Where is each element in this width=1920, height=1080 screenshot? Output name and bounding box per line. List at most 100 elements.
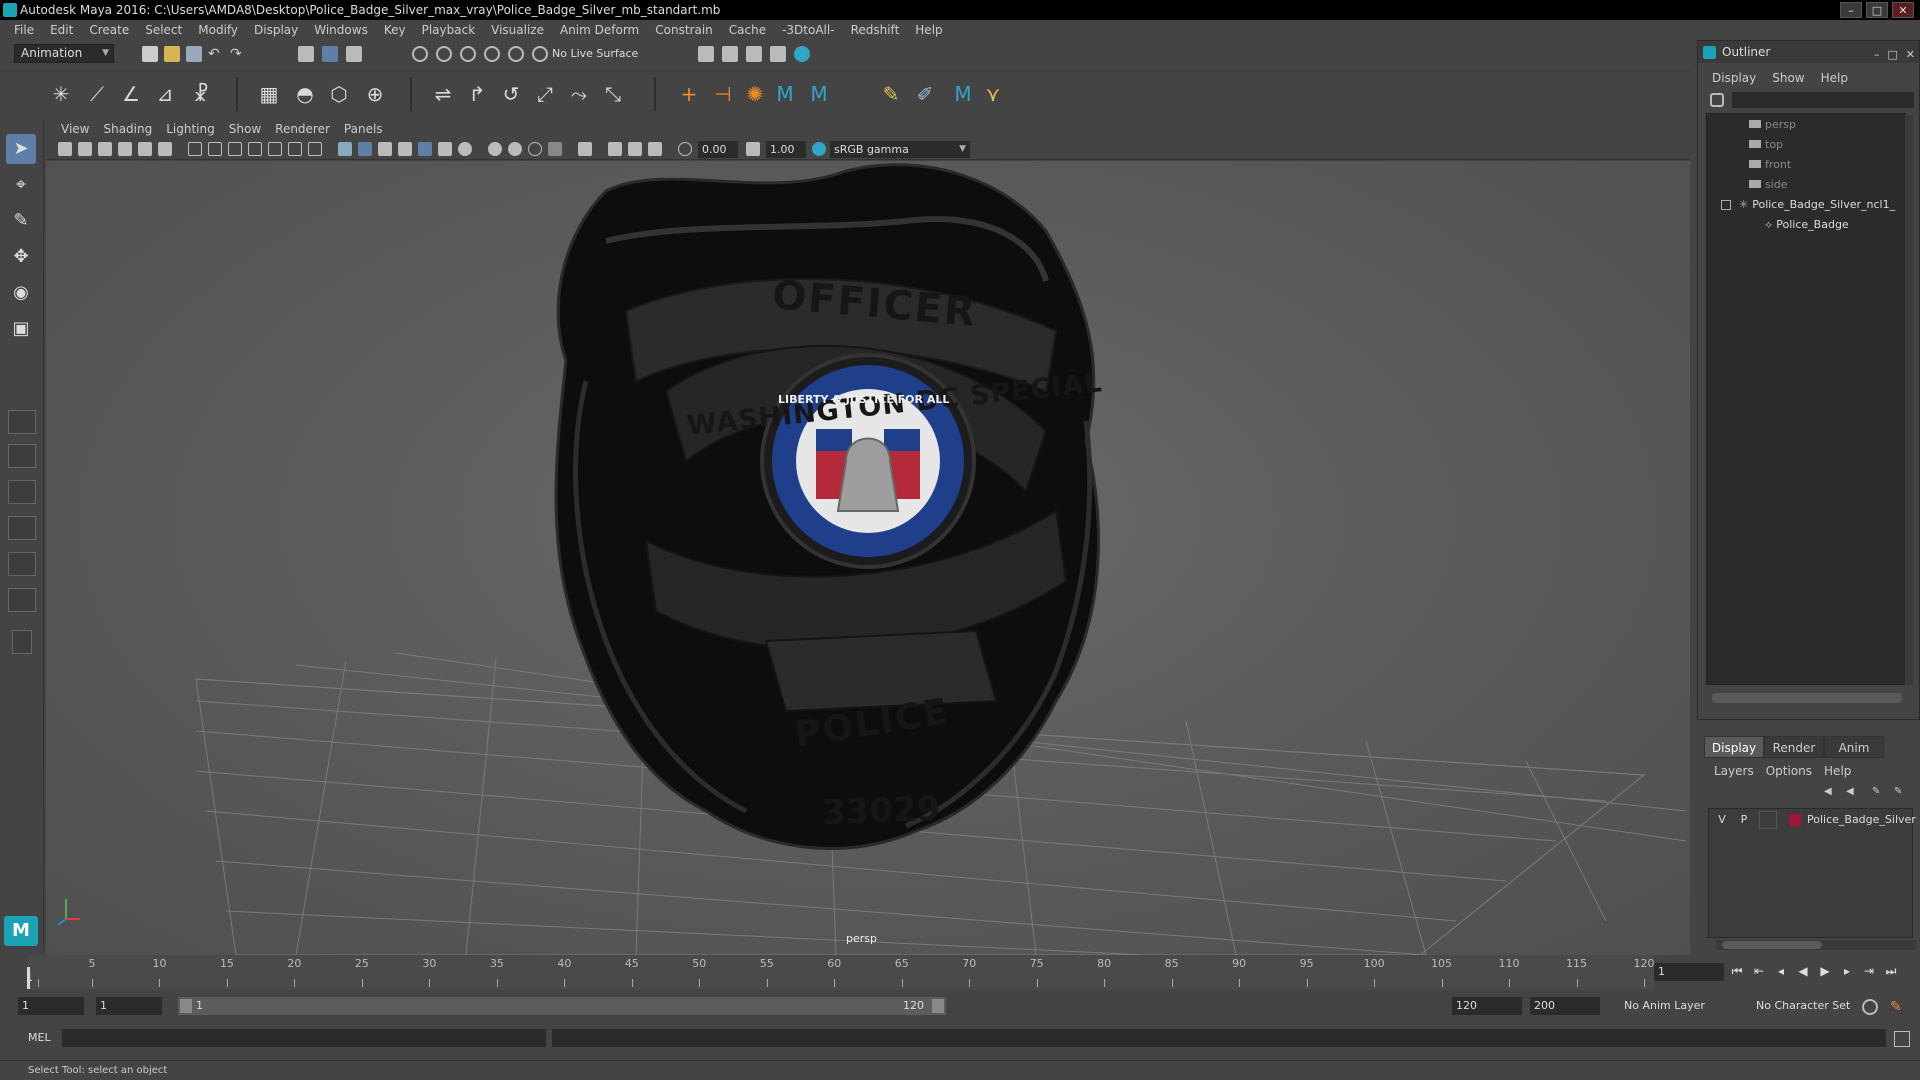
ipr-render-icon[interactable]: [746, 46, 762, 62]
collapse-icon[interactable]: [1721, 200, 1731, 210]
command-input[interactable]: [62, 1029, 546, 1047]
panel-menu-view[interactable]: View: [54, 120, 96, 138]
step-back-frame-icon[interactable]: ◂: [1772, 962, 1790, 980]
render-settings-icon[interactable]: [698, 46, 714, 62]
panel-menu-show[interactable]: Show: [222, 120, 268, 138]
select-object-icon[interactable]: [322, 46, 338, 62]
layer-playback-toggle[interactable]: P: [1735, 811, 1753, 829]
color-space-dropdown[interactable]: sRGB gamma ▼: [830, 141, 970, 158]
menu-file[interactable]: File: [6, 20, 42, 40]
paint-icon[interactable]: ✎: [878, 81, 904, 107]
maya-m2-icon[interactable]: M: [806, 81, 832, 107]
panel-menu-shading[interactable]: Shading: [96, 120, 159, 138]
camera-select-icon[interactable]: [58, 142, 72, 156]
menu-anim-deform[interactable]: Anim Deform: [552, 20, 647, 40]
paint-select-icon[interactable]: ✎: [6, 206, 36, 236]
backface-icon[interactable]: [648, 142, 662, 156]
step-forward-key-icon[interactable]: ⇥: [1860, 962, 1878, 980]
scrollbar-thumb[interactable]: [1722, 941, 1822, 949]
curve-icon[interactable]: ⋎: [980, 81, 1006, 107]
tab-display[interactable]: Display: [1704, 736, 1764, 758]
smooth-shade-icon[interactable]: [358, 142, 372, 156]
ik-handle-icon[interactable]: ⟋: [84, 81, 110, 107]
playback-start-field[interactable]: 1: [96, 997, 162, 1015]
menu-windows[interactable]: Windows: [306, 20, 376, 40]
wireframe-on-shaded-icon[interactable]: [378, 142, 392, 156]
set-key-icon[interactable]: ⇌: [430, 81, 456, 107]
script-editor-icon[interactable]: [1894, 1031, 1910, 1047]
image-plane-icon[interactable]: [118, 142, 132, 156]
graph-layout-icon[interactable]: [8, 516, 36, 540]
outliner-item-mesh[interactable]: ⟡ Police_Badge: [1765, 216, 1849, 234]
menu-set-dropdown[interactable]: Animation ▼: [14, 44, 114, 63]
live-surface-label[interactable]: No Live Surface: [552, 45, 638, 63]
outliner-vertical-scrollbar[interactable]: [1905, 115, 1913, 685]
depth-of-field-icon[interactable]: [528, 142, 542, 156]
color-management-icon[interactable]: [812, 142, 826, 156]
step-back-key-icon[interactable]: ⇤: [1750, 962, 1768, 980]
rotate-tool-icon[interactable]: ◉: [6, 278, 36, 308]
layer-color-swatch[interactable]: [1789, 814, 1801, 826]
2d-pan-icon[interactable]: [138, 142, 152, 156]
hypershade-icon[interactable]: [794, 46, 810, 62]
menu-create[interactable]: Create: [81, 20, 137, 40]
outliner-menu-display[interactable]: Display: [1704, 68, 1764, 88]
field-chart-icon[interactable]: [268, 142, 282, 156]
panel-menu-panels[interactable]: Panels: [337, 120, 390, 138]
layer-menu-options[interactable]: Options: [1760, 762, 1818, 780]
panel-menu-lighting[interactable]: Lighting: [159, 120, 222, 138]
minimize-button[interactable]: –: [1840, 2, 1862, 18]
custom-layout-icon[interactable]: [12, 630, 32, 654]
layer-menu-layers[interactable]: Layers: [1708, 762, 1760, 780]
outliner-menu-help[interactable]: Help: [1813, 68, 1856, 88]
xray-active-icon[interactable]: [628, 142, 642, 156]
two-pane-layout-icon[interactable]: [8, 480, 36, 504]
maya-m3-icon[interactable]: M: [950, 81, 976, 107]
range-bar[interactable]: 1 120: [178, 997, 946, 1015]
new-scene-icon[interactable]: [142, 46, 158, 62]
select-tool-icon[interactable]: ➤: [6, 134, 36, 164]
anti-alias-icon[interactable]: [508, 142, 522, 156]
bookmark-icon[interactable]: [98, 142, 112, 156]
select-component-icon[interactable]: [346, 46, 362, 62]
hypershade-layout-icon[interactable]: [8, 588, 36, 612]
outliner-item-side[interactable]: side: [1749, 176, 1788, 194]
animation-start-field[interactable]: 1: [18, 997, 84, 1015]
panel-menu-renderer[interactable]: Renderer: [268, 120, 337, 138]
cluster-icon[interactable]: ⬡: [326, 81, 352, 107]
anim-prefs-icon[interactable]: ✎: [1890, 999, 1906, 1015]
constraint-icon[interactable]: ⊣: [710, 81, 736, 107]
snap-grid-icon[interactable]: [412, 46, 428, 62]
single-pane-layout-icon[interactable]: [8, 410, 36, 434]
refresh-icon[interactable]: [1710, 93, 1724, 107]
motion-blur-icon[interactable]: [488, 142, 502, 156]
exposure-field[interactable]: 0.00: [698, 141, 738, 158]
key-translate-icon[interactable]: ↱: [464, 81, 490, 107]
render-view-icon[interactable]: [770, 46, 786, 62]
time-slider[interactable]: 5 10 15 20 25 30 35 40 45 50 55 60 65 70 75 80 85 90 95 100…: [0, 955, 1690, 989]
humanik-icon[interactable]: ☧: [188, 81, 214, 107]
layer-menu-help[interactable]: Help: [1818, 762, 1857, 780]
snap-point-icon[interactable]: [460, 46, 476, 62]
outliner-horizontal-scrollbar[interactable]: [1712, 693, 1902, 703]
xray-icon[interactable]: [548, 142, 562, 156]
exposure-icon[interactable]: [678, 142, 692, 156]
save-scene-icon[interactable]: [186, 46, 202, 62]
play-forwards-icon[interactable]: ▶: [1816, 962, 1834, 980]
go-to-end-icon[interactable]: ⏭: [1882, 962, 1900, 980]
use-lights-icon[interactable]: [418, 142, 432, 156]
menu-constrain[interactable]: Constrain: [647, 20, 721, 40]
gate-mask-icon[interactable]: [248, 142, 262, 156]
joint-tool-icon[interactable]: ✳: [48, 81, 74, 107]
snap-curve-icon[interactable]: [436, 46, 452, 62]
minimize-button[interactable]: –: [1874, 44, 1880, 66]
new-layer-icon[interactable]: ✎: [1872, 786, 1886, 798]
menu-redshift[interactable]: Redshift: [843, 20, 908, 40]
close-button[interactable]: ✕: [1892, 2, 1914, 18]
tab-render[interactable]: Render: [1764, 736, 1824, 758]
key-rotate-icon[interactable]: ↺: [498, 81, 524, 107]
maximize-button[interactable]: □: [1866, 2, 1888, 18]
layer-visibility-toggle[interactable]: V: [1713, 811, 1731, 829]
current-frame-field[interactable]: 1: [1654, 963, 1724, 981]
ik-spline-icon[interactable]: ∠: [118, 81, 144, 107]
